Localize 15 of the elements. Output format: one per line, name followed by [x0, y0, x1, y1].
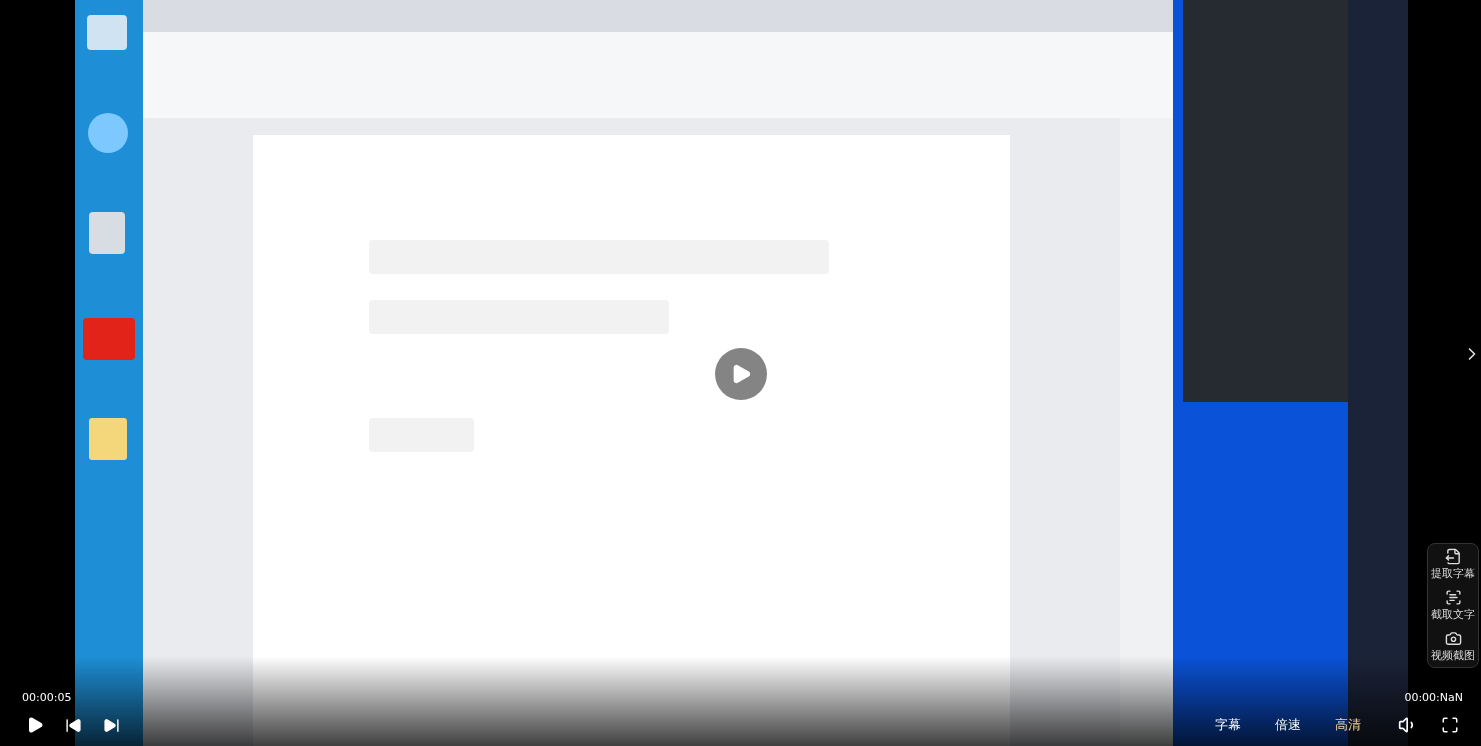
- fullscreen-icon: [1441, 716, 1459, 734]
- camera-icon: [1444, 630, 1462, 647]
- play-icon: [26, 716, 44, 734]
- tool-button[interactable]: 视频截图: [1431, 630, 1475, 663]
- player-option[interactable]: 倍速: [1275, 716, 1301, 734]
- skip-back-icon: [64, 716, 82, 734]
- scan-text-icon: [1444, 589, 1462, 606]
- tool-button[interactable]: 提取字幕: [1431, 548, 1475, 581]
- export-icon: [1444, 548, 1462, 565]
- duration: 00:00:NaN: [1404, 691, 1463, 704]
- current-time: 00:00:05: [22, 691, 72, 704]
- tool-button[interactable]: 截取文字: [1431, 589, 1475, 622]
- player-option[interactable]: 高清: [1335, 716, 1361, 734]
- skip-forward-icon: [102, 716, 120, 734]
- player-option[interactable]: 字幕: [1215, 716, 1241, 734]
